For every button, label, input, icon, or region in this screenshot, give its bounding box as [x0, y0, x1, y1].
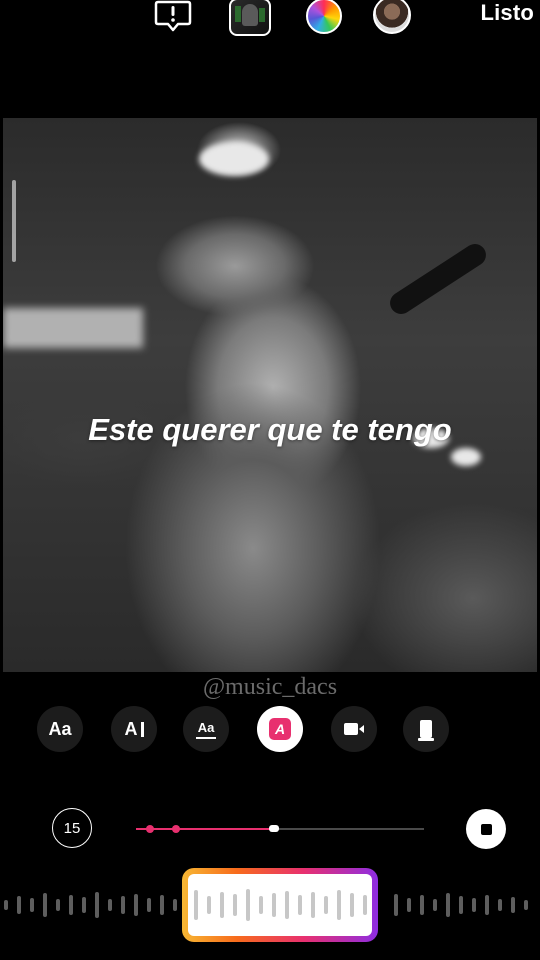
waveform-bar: [511, 897, 515, 913]
duration-label: 15: [63, 819, 81, 837]
waveform-bar: [108, 899, 112, 911]
waveform-bar: [56, 899, 60, 911]
timeline-marker[interactable]: [172, 825, 181, 833]
music-cover-thumbnail[interactable]: [229, 0, 271, 36]
waveform-bar: [311, 892, 315, 918]
waveform-bar: [69, 895, 73, 915]
camera-icon: [344, 723, 364, 735]
waveform-bar: [233, 894, 237, 916]
typewriter-style-button[interactable]: A: [111, 706, 157, 752]
waveform-bar: [363, 895, 367, 915]
clip-selector[interactable]: [182, 868, 378, 942]
waveform-bar: [272, 893, 276, 917]
waveform-bar: [207, 896, 211, 914]
timeline-progress-fill: [136, 828, 275, 830]
waveform-bar: [498, 899, 502, 911]
timeline-playhead[interactable]: [269, 825, 280, 832]
timeline-marker[interactable]: [146, 825, 155, 833]
story-photo: [3, 118, 537, 672]
waveform-bar: [420, 895, 424, 915]
waveform-bar: [194, 890, 198, 920]
waveform-bar: [407, 898, 411, 912]
watermark: @music_dacs: [202, 674, 338, 700]
stop-icon: [480, 823, 492, 835]
waveform-bar: [160, 895, 164, 915]
text-style-row: Aa A Aa A: [0, 706, 540, 754]
waveform-bar: [350, 893, 354, 917]
top-bar: Listo: [0, 0, 540, 44]
waveform-bar: [95, 892, 99, 918]
waveform-bar: [4, 900, 8, 910]
waveform-bar: [524, 900, 528, 910]
waveform-bar: [446, 893, 450, 917]
card-icon: [418, 720, 434, 741]
waveform-bar: [459, 896, 463, 914]
waveform-bar: [173, 899, 177, 911]
clip-selector-window: [188, 874, 372, 936]
color-wheel-icon[interactable]: [306, 0, 342, 34]
waveform-bar: [220, 892, 224, 918]
waveform-bar: [30, 898, 34, 912]
lyric-text[interactable]: Este querer que te tengo: [0, 412, 540, 448]
font-style-label: Aa: [48, 718, 72, 739]
underline-style-button[interactable]: Aa: [183, 706, 229, 752]
underline-style-label: Aa: [197, 719, 215, 735]
video-style-button[interactable]: [331, 706, 377, 752]
profile-avatar[interactable]: [373, 0, 411, 34]
waveform-bar: [433, 899, 437, 911]
waveform-bar: [472, 898, 476, 912]
waveform-bar: [246, 889, 250, 921]
done-button[interactable]: Listo: [480, 0, 534, 26]
font-style-button[interactable]: Aa: [37, 706, 83, 752]
stop-button[interactable]: [466, 809, 506, 849]
timeline-track[interactable]: [136, 825, 424, 833]
text-size-slider[interactable]: [12, 180, 16, 262]
waveform-bar: [285, 891, 289, 919]
duration-button[interactable]: 15: [52, 808, 92, 848]
waveform-bar: [121, 896, 125, 914]
waveform-bar: [134, 894, 138, 916]
typewriter-style-label: A: [124, 718, 138, 739]
highlight-style-button[interactable]: A: [257, 706, 303, 752]
waveform-bar: [298, 895, 302, 915]
waveform-bar: [17, 896, 21, 914]
waveform-bar: [394, 894, 398, 916]
waveform-bar: [82, 897, 86, 913]
waveform-bar: [337, 890, 341, 920]
alert-bubble-icon[interactable]: [154, 0, 192, 32]
waveform-bar: [324, 896, 328, 914]
waveform-bar: [485, 895, 489, 915]
waveform-bar: [43, 893, 47, 917]
waveform-bar: [147, 898, 151, 912]
highlight-style-label: A: [269, 718, 291, 740]
card-style-button[interactable]: [403, 706, 449, 752]
waveform-bar: [259, 896, 263, 914]
